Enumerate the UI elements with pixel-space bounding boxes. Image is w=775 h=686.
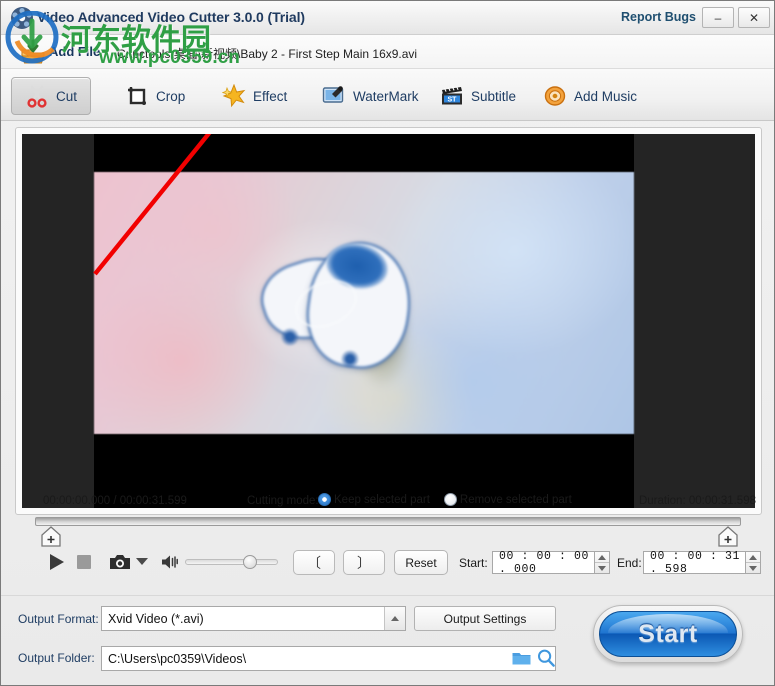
end-time-label: End: (617, 556, 642, 570)
add-file-icon[interactable] (19, 38, 47, 66)
volume-slider-track[interactable] (185, 559, 278, 565)
chevron-up-icon (391, 616, 399, 621)
video-surface[interactable] (22, 134, 755, 508)
end-spin-up[interactable] (746, 552, 760, 562)
end-time-spinner[interactable] (746, 551, 761, 574)
close-button[interactable]: ✕ (738, 7, 770, 28)
trim-handle-start[interactable] (40, 526, 62, 547)
radio-keep-selected[interactable]: Keep selected part (318, 493, 430, 506)
duration-text: Duration: 00:00:31.598 (638, 495, 756, 507)
tab-subtitle[interactable]: ST Subtitle (426, 77, 530, 115)
tab-watermark-label: WaterMark (353, 88, 419, 104)
add-file-label[interactable]: Add File (49, 44, 100, 59)
camera-dropdown-icon[interactable] (136, 558, 148, 565)
output-format-select[interactable]: Xvid Video (*.avi) (101, 606, 406, 631)
radio-remove-indicator (443, 493, 457, 506)
play-button[interactable] (47, 552, 67, 572)
video-frame-image (94, 172, 634, 434)
chevron-down-icon (598, 565, 606, 571)
tab-subtitle-label: Subtitle (471, 88, 517, 104)
reset-button[interactable]: Reset (394, 550, 448, 575)
tab-add-music[interactable]: Add Music (529, 77, 651, 115)
shoe-logo-right (340, 350, 360, 368)
radio-keep-indicator (318, 493, 331, 506)
tab-cut-label: Cut (56, 88, 78, 104)
cutting-mode-group: Keep selected part Remove selected part (318, 493, 572, 506)
end-spin-down[interactable] (746, 562, 760, 573)
tab-crop[interactable]: Crop (111, 77, 199, 115)
report-bugs-link[interactable]: Report Bugs (621, 10, 696, 24)
radio-remove-label: Remove selected part (459, 493, 572, 506)
film-reel-icon (11, 7, 33, 29)
video-letterbox (94, 134, 634, 508)
tab-cut[interactable]: Cut (11, 77, 92, 115)
cutting-mode-label: Cutting mode: (247, 495, 319, 507)
transport-controls: 〔 〕 Reset Start: 00 : 00 : 00 . 000 End:… (15, 547, 762, 579)
output-format-label: Output Format: (18, 612, 99, 626)
radio-keep-label: Keep selected part (334, 493, 430, 506)
output-separator (1, 595, 774, 596)
trim-handle-end[interactable] (717, 526, 739, 547)
start-button[interactable]: Start (593, 605, 743, 663)
watermark-icon (322, 86, 344, 103)
start-time-label: Start: (459, 556, 488, 570)
tab-watermark[interactable]: WaterMark (308, 77, 433, 115)
tool-tab-bar: Cut Crop Effect WaterMark ST Subtitle Ad… (1, 69, 774, 121)
title-bar: Video Advanced Video Cutter 3.0.0 (Trial… (1, 1, 774, 35)
chevron-up-icon (598, 554, 606, 560)
output-format-dropdown-arrow[interactable] (384, 607, 405, 630)
tab-add-music-label: Add Music (574, 88, 638, 104)
output-settings-button[interactable]: Output Settings (414, 606, 556, 631)
crop-icon (128, 87, 146, 105)
volume-icon[interactable] (161, 554, 179, 570)
start-button-label: Start (638, 619, 698, 648)
tab-crop-label: Crop (156, 88, 186, 104)
app-window: Video Advanced Video Cutter 3.0.0 (Trial… (0, 0, 775, 686)
start-spin-down[interactable] (595, 562, 609, 573)
output-folder-input[interactable]: C:\Users\pc0359\Videos\ (101, 646, 556, 671)
folder-icon[interactable] (512, 651, 531, 666)
camera-button[interactable] (109, 553, 131, 571)
tab-effect[interactable]: Effect (208, 77, 301, 115)
magnifier-icon[interactable] (537, 649, 555, 667)
start-time-spinner[interactable] (595, 551, 610, 574)
window-title: Video Advanced Video Cutter 3.0.0 (Trial… (37, 9, 305, 25)
file-path-text: C:\pctools\桌面\新视频\Baby 2 - First Step Ma… (117, 47, 418, 61)
chevron-up-icon (749, 554, 757, 560)
end-time-input[interactable]: 00 : 00 : 31 . 598 (643, 550, 746, 576)
mark-out-button[interactable]: 〕 (343, 550, 385, 575)
shoe-logo-left (280, 328, 300, 346)
timeline-track[interactable] (35, 517, 741, 526)
start-button-face: Start (599, 611, 737, 657)
video-preview-panel (15, 127, 762, 515)
start-spin-up[interactable] (595, 552, 609, 562)
time-position: 00:00:00.000 / 00:00:31.599 (43, 495, 187, 507)
radio-remove-selected[interactable]: Remove selected part (443, 493, 572, 506)
volume-slider-thumb[interactable] (243, 555, 257, 569)
add-file-bar: Add File C:\pctools\桌面\新视频\Baby 2 - Firs… (1, 35, 774, 69)
start-time-input[interactable]: 00 : 00 : 00 . 000 (492, 550, 595, 576)
clapboard-st-icon: ST (442, 86, 462, 105)
tab-effect-label: Effect (253, 88, 288, 104)
timeline[interactable] (15, 515, 762, 547)
playback-info-bar: 00:00:00.000 / 00:00:31.599 Cutting mode… (15, 493, 762, 511)
scissors-icon (27, 85, 47, 108)
svg-text:ST: ST (448, 97, 458, 104)
chevron-down-icon (749, 565, 757, 571)
speaker-icon (544, 86, 566, 106)
star-burst-icon (222, 84, 246, 108)
stop-button[interactable] (77, 555, 91, 569)
output-folder-label: Output Folder: (18, 651, 95, 665)
minimize-button[interactable]: – (702, 7, 734, 28)
mark-in-button[interactable]: 〔 (293, 550, 335, 575)
